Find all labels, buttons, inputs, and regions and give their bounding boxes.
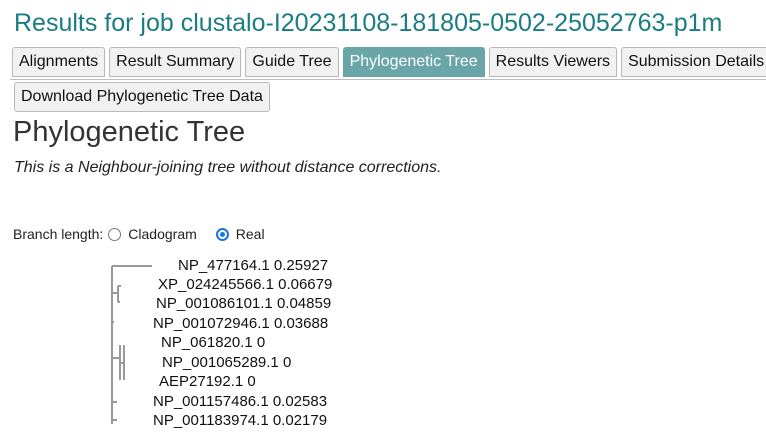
tree-branches (111, 265, 152, 424)
cladogram-radio[interactable] (108, 227, 122, 241)
real-label[interactable]: Real (236, 226, 265, 242)
job-title: Results for job clustalo-I20231108-18180… (14, 9, 723, 37)
tree-leaf: NP_001157486.1 0.02583 (153, 393, 328, 410)
page-heading: Phylogenetic Tree (13, 116, 246, 148)
tree-leaf: NP_001072946.1 0.03688 (153, 315, 329, 332)
tree-leaf: XP_024245566.1 0.06679 (158, 276, 333, 293)
tree-leaf: NP_001065289.1 0 (162, 354, 292, 371)
tab-submission-details[interactable]: Submission Details (621, 47, 766, 77)
tree-leaf: NP_061820.1 0 (161, 334, 266, 351)
tree-leaf: NP_001086101.1 0.04859 (156, 295, 332, 312)
branch-length-label: Branch length: (13, 226, 104, 242)
cladogram-label[interactable]: Cladogram (128, 226, 196, 242)
tree-description: This is a Neighbour-joining tree without… (14, 159, 442, 176)
tree-leaf: NP_477164.1 0.25927 (178, 257, 329, 274)
tab-alignments[interactable]: Alignments (12, 47, 106, 77)
phylogenetic-tree: NP_477164.1 0.25927 XP_024245566.1 0.066… (0, 250, 766, 438)
tree-leaf: NP_001183974.1 0.02179 (153, 412, 328, 429)
result-tabs: Alignments Result Summary Guide Tree Phy… (10, 47, 766, 80)
real-radio[interactable] (215, 227, 229, 241)
branch-length-control: Branch length: Cladogram Real (13, 226, 279, 242)
tab-result-summary[interactable]: Result Summary (109, 47, 242, 77)
download-tree-data-button[interactable]: Download Phylogenetic Tree Data (14, 82, 270, 112)
tab-guide-tree[interactable]: Guide Tree (245, 47, 339, 77)
tree-leaf: AEP27192.1 0 (159, 373, 256, 390)
tab-results-viewers[interactable]: Results Viewers (488, 47, 618, 77)
tab-phylogenetic-tree[interactable]: Phylogenetic Tree (342, 47, 485, 77)
